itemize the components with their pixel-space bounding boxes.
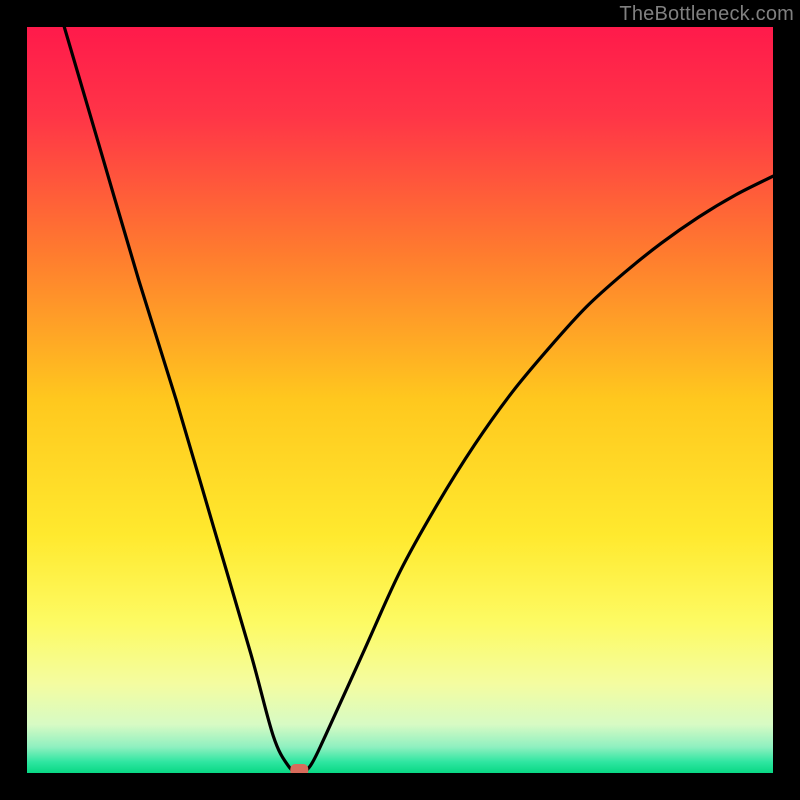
minimum-marker [290, 764, 308, 773]
chart-svg [27, 27, 773, 773]
credit-label: TheBottleneck.com [619, 3, 794, 26]
chart-background [27, 27, 773, 773]
chart-frame [27, 27, 773, 773]
